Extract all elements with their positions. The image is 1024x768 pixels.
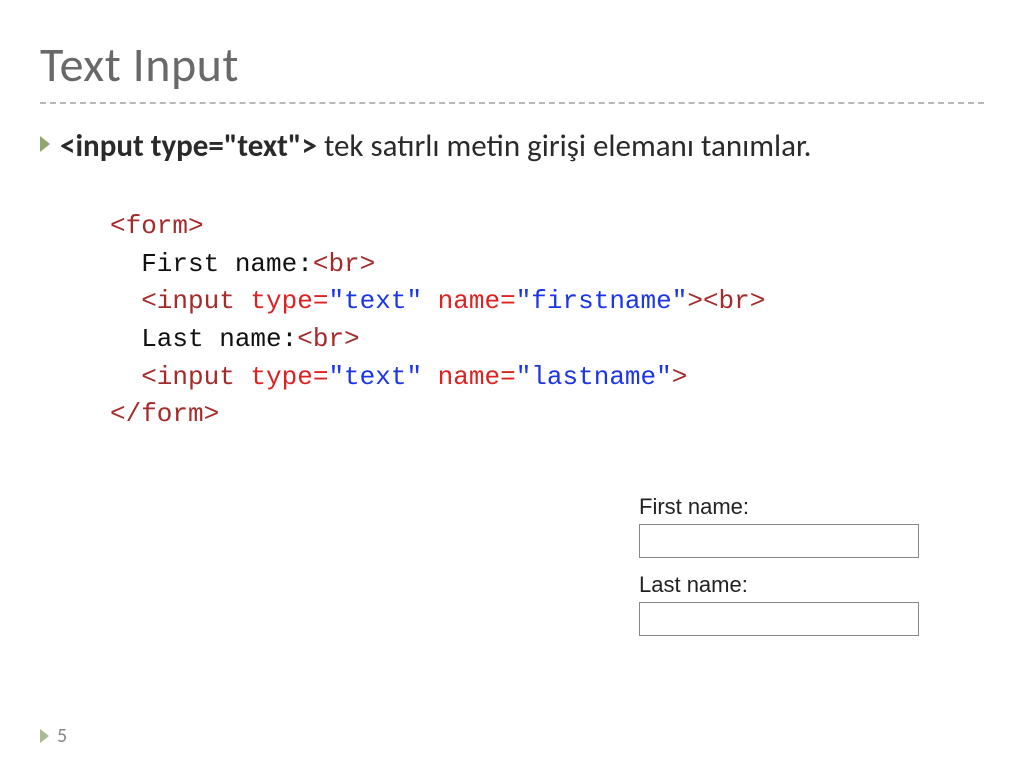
code-tag: > bbox=[672, 362, 688, 392]
first-name-input[interactable] bbox=[639, 524, 919, 558]
code-attr-val: "lastname" bbox=[516, 362, 672, 392]
footer-bullet-icon bbox=[40, 729, 49, 743]
code-tag: <input bbox=[110, 286, 235, 316]
code-attr-val: "text" bbox=[328, 362, 422, 392]
code-tag: <br> bbox=[703, 286, 765, 316]
bullet-text: <input type="text"> tek satırlı metin gi… bbox=[60, 126, 811, 168]
bullet-code: <input type="text"> bbox=[60, 127, 317, 165]
bullet-desc: tek satırlı metin girişi elemanı tanımla… bbox=[317, 127, 812, 165]
first-name-label: First name: bbox=[639, 494, 919, 520]
slide: Text Input <input type="text"> tek satır… bbox=[0, 0, 1024, 768]
footer: 5 bbox=[40, 724, 67, 748]
code-attr-name: type= bbox=[235, 286, 329, 316]
last-name-label: Last name: bbox=[639, 572, 919, 598]
code-attr-name: name= bbox=[422, 286, 516, 316]
code-block: <form> First name:<br> <input type="text… bbox=[110, 208, 984, 434]
code-attr-name: name= bbox=[422, 362, 516, 392]
code-tag: <br> bbox=[313, 249, 375, 279]
code-tag: </form> bbox=[110, 399, 219, 429]
code-attr-name: type= bbox=[235, 362, 329, 392]
code-tag: <form> bbox=[110, 211, 204, 241]
page-title: Text Input bbox=[40, 35, 984, 94]
code-attr-val: "firstname" bbox=[516, 286, 688, 316]
code-tag: > bbox=[687, 286, 703, 316]
code-text: First name: bbox=[110, 249, 313, 279]
code-tag: <input bbox=[110, 362, 235, 392]
last-name-input[interactable] bbox=[639, 602, 919, 636]
code-tag: <br> bbox=[297, 324, 359, 354]
bullet-item: <input type="text"> tek satırlı metin gi… bbox=[40, 126, 984, 168]
code-attr-val: "text" bbox=[328, 286, 422, 316]
page-number: 5 bbox=[57, 724, 67, 748]
title-divider bbox=[40, 102, 984, 104]
bullet-icon bbox=[40, 136, 50, 152]
code-text: Last name: bbox=[110, 324, 297, 354]
form-preview: First name: Last name: bbox=[639, 490, 919, 650]
